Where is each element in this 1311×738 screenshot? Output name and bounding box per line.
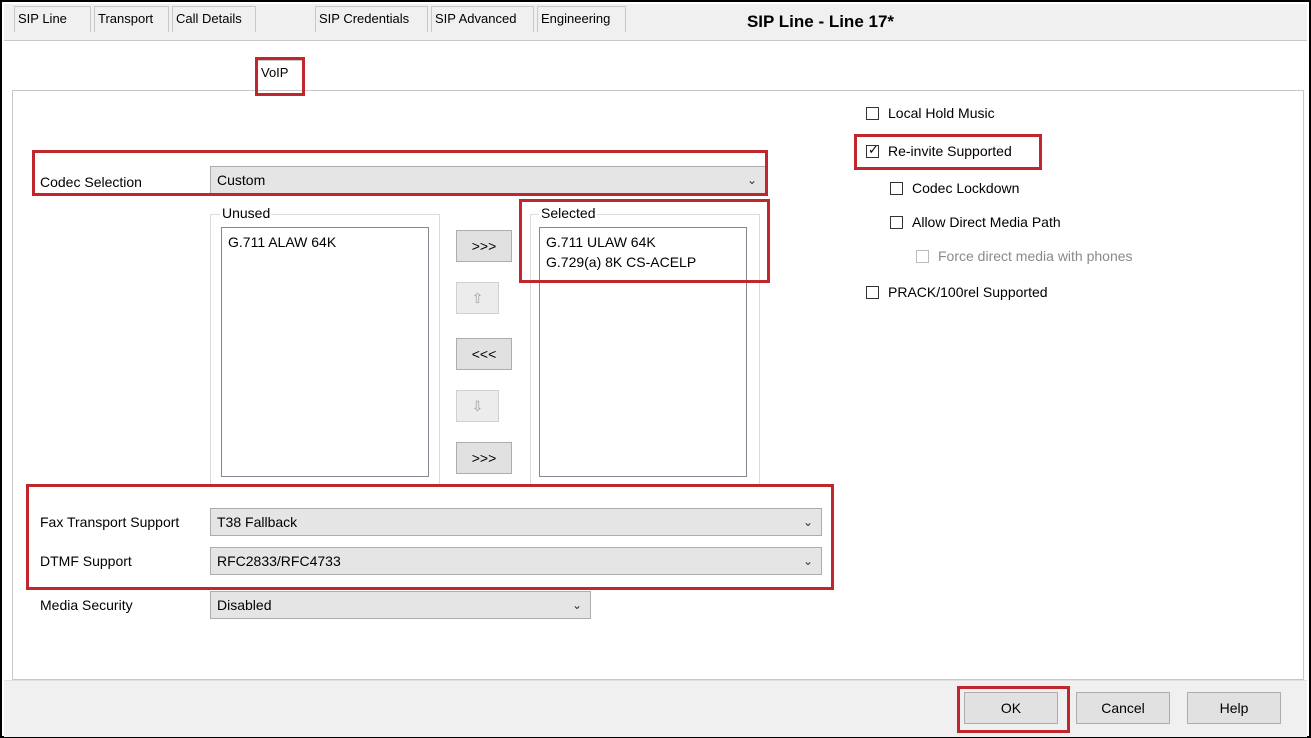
- selected-title: Selected: [539, 205, 598, 221]
- media-security-label: Media Security: [40, 597, 133, 613]
- help-button[interactable]: Help: [1187, 692, 1281, 724]
- chevron-down-icon: ⌄: [802, 515, 813, 529]
- arrow-up-icon: ⇧: [471, 290, 484, 306]
- force-direct-media-checkbox[interactable]: Force direct media with phones: [916, 248, 1133, 264]
- unused-title: Unused: [220, 205, 273, 221]
- checkbox-icon: [866, 106, 879, 120]
- dtmf-support-label: DTMF Support: [40, 553, 132, 569]
- checkbox-checked-icon: ✓: [866, 141, 879, 158]
- chevron-down-icon: ⌄: [571, 598, 582, 612]
- prack-supported-label: PRACK/100rel Supported: [888, 284, 1048, 300]
- fax-transport-combo[interactable]: T38 Fallback ⌄: [210, 508, 822, 536]
- tab-call-details[interactable]: Call Details: [172, 6, 256, 32]
- remove-codec-button[interactable]: <<<: [456, 338, 512, 370]
- selected-codec-list[interactable]: G.711 ULAW 64K G.729(a) 8K CS-ACELP: [539, 227, 747, 477]
- unused-codec-list[interactable]: G.711 ALAW 64K: [221, 227, 429, 477]
- codec-selection-value: Custom: [217, 172, 266, 188]
- checkbox-icon: [890, 215, 903, 229]
- media-security-combo[interactable]: Disabled ⌄: [210, 591, 591, 619]
- codec-lockdown-checkbox[interactable]: Codec Lockdown: [890, 180, 1019, 196]
- allow-direct-media-label: Allow Direct Media Path: [912, 214, 1061, 230]
- codec-selection-label: Codec Selection: [40, 174, 142, 190]
- codec-lockdown-label: Codec Lockdown: [912, 180, 1020, 196]
- reinvite-supported-label: Re-invite Supported: [888, 143, 1012, 159]
- cancel-button[interactable]: Cancel: [1076, 692, 1170, 724]
- chevron-down-icon: ⌄: [746, 173, 757, 187]
- codec-selection-combo[interactable]: Custom ⌄: [210, 166, 766, 194]
- move-down-button[interactable]: ⇩: [456, 390, 499, 422]
- list-item[interactable]: G.711 ALAW 64K: [228, 232, 422, 252]
- checkbox-icon: [866, 285, 879, 299]
- sip-line-window: SIP Line - Line 17* SIP Line Transport C…: [0, 0, 1311, 738]
- force-direct-media-label: Force direct media with phones: [938, 248, 1133, 264]
- tab-voip[interactable]: VoIP: [257, 60, 303, 92]
- local-hold-music-checkbox[interactable]: Local Hold Music: [866, 105, 995, 121]
- tab-sip-credentials[interactable]: SIP Credentials: [315, 6, 428, 32]
- allow-direct-media-checkbox[interactable]: Allow Direct Media Path: [890, 214, 1061, 230]
- prack-supported-checkbox[interactable]: PRACK/100rel Supported: [866, 284, 1048, 300]
- fax-transport-label: Fax Transport Support: [40, 514, 180, 530]
- local-hold-music-label: Local Hold Music: [888, 105, 995, 121]
- checkbox-icon: [890, 181, 903, 195]
- fax-transport-value: T38 Fallback: [217, 514, 298, 530]
- tab-engineering[interactable]: Engineering: [537, 6, 626, 32]
- checkbox-disabled-icon: [916, 249, 929, 263]
- reinvite-supported-checkbox[interactable]: ✓ Re-invite Supported: [866, 141, 1012, 159]
- ok-button[interactable]: OK: [964, 692, 1058, 724]
- dtmf-support-value: RFC2833/RFC4733: [217, 553, 341, 569]
- tab-sip-advanced[interactable]: SIP Advanced: [431, 6, 534, 32]
- move-up-button[interactable]: ⇧: [456, 282, 499, 314]
- chevron-down-icon: ⌄: [802, 554, 813, 568]
- add-all-codecs-button[interactable]: >>>: [456, 442, 512, 474]
- dtmf-support-combo[interactable]: RFC2833/RFC4733 ⌄: [210, 547, 822, 575]
- list-item[interactable]: G.711 ULAW 64K: [546, 232, 740, 252]
- tab-transport[interactable]: Transport: [94, 6, 169, 32]
- list-item[interactable]: G.729(a) 8K CS-ACELP: [546, 252, 740, 272]
- arrow-down-icon: ⇩: [471, 398, 484, 414]
- add-codec-button[interactable]: >>>: [456, 230, 512, 262]
- media-security-value: Disabled: [217, 597, 272, 613]
- tab-sip-line[interactable]: SIP Line: [14, 6, 91, 32]
